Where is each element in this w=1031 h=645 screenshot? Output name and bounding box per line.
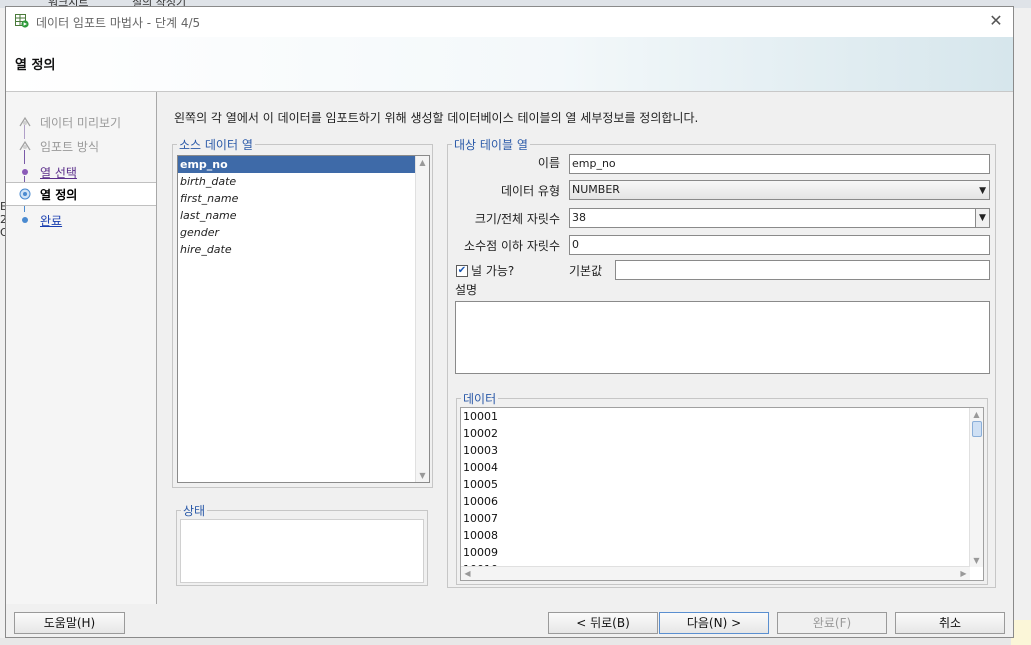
data-group: 데이터 10001 10002 10003 10004 10005 10006 … xyxy=(456,390,988,585)
source-column-list[interactable]: emp_no birth_date first_name last_name g… xyxy=(177,155,430,483)
status-area xyxy=(180,519,424,583)
step-label: 열 정의 xyxy=(40,188,78,202)
group-label: 대상 테이블 열 xyxy=(452,136,530,153)
background-bottom-strip xyxy=(0,638,1031,645)
finish-button: 완료(F) xyxy=(777,612,887,634)
import-wizard-dialog: 데이터 임포트 마법사 - 단계 4/5 ✕ 열 정의 데이터 미리보기 임포트… xyxy=(5,6,1014,638)
background-yellow-panel xyxy=(1011,620,1031,645)
step-bullet-icon xyxy=(22,169,28,175)
table-row: 10004 xyxy=(463,461,498,474)
table-row: 10002 xyxy=(463,427,498,440)
status-group: 상태 xyxy=(176,502,428,586)
step-label[interactable]: 완료 xyxy=(40,212,62,229)
help-button[interactable]: 도움말(H) xyxy=(14,612,125,634)
table-row: 10006 xyxy=(463,495,498,508)
scale-input[interactable]: 0 xyxy=(569,235,990,255)
scroll-down-icon[interactable]: ▼ xyxy=(416,469,429,482)
step-current-icon xyxy=(19,188,31,200)
table-row: 10008 xyxy=(463,529,498,542)
list-item[interactable]: first_name xyxy=(178,190,429,207)
scroll-down-icon[interactable]: ▼ xyxy=(970,554,983,567)
step-bullet-icon xyxy=(22,217,28,223)
scale-label: 소수점 이하 자릿수 xyxy=(464,239,560,253)
step-done-icon xyxy=(19,140,31,151)
instruction-text: 왼쪽의 각 열에서 이 데이터를 임포트하기 위해 생성할 데이터베이스 테이블… xyxy=(174,111,699,125)
title-bar: 데이터 임포트 마법사 - 단계 4/5 ✕ xyxy=(6,7,1013,37)
list-item[interactable]: last_name xyxy=(178,207,429,224)
wizard-header: 열 정의 xyxy=(6,37,1013,92)
window-title: 데이터 임포트 마법사 - 단계 4/5 xyxy=(36,16,201,30)
close-icon: ✕ xyxy=(989,11,1003,30)
name-label: 이름 xyxy=(537,156,560,170)
cancel-button[interactable]: 취소 xyxy=(895,612,1005,634)
data-type-label: 데이터 유형 xyxy=(500,184,560,198)
data-preview-list[interactable]: 10001 10002 10003 10004 10005 10006 1000… xyxy=(460,407,984,581)
group-label: 소스 데이터 열 xyxy=(177,136,255,153)
comment-label: 설명 xyxy=(455,283,478,297)
default-input[interactable] xyxy=(615,260,990,280)
vertical-scrollbar[interactable]: ▲ ▼ xyxy=(415,156,429,482)
table-row: 10003 xyxy=(463,444,498,457)
group-label: 데이터 xyxy=(461,390,499,407)
size-label: 크기/전체 자릿수 xyxy=(474,212,560,226)
scroll-up-icon[interactable]: ▲ xyxy=(970,408,983,421)
scroll-thumb[interactable] xyxy=(972,421,982,437)
step-column-definition[interactable]: 열 정의 xyxy=(6,182,156,206)
close-button[interactable]: ✕ xyxy=(987,12,1005,30)
vertical-scrollbar[interactable]: ▲ ▼ xyxy=(969,408,983,567)
step-label[interactable]: 열 선택 xyxy=(40,164,77,181)
step-data-preview: 데이터 미리보기 xyxy=(6,111,156,133)
step-label: 임포트 방식 xyxy=(40,140,100,154)
back-button[interactable]: < 뒤로(B) xyxy=(548,612,658,634)
data-import-icon xyxy=(15,14,29,28)
default-label: 기본값 xyxy=(569,264,603,278)
list-item[interactable]: hire_date xyxy=(178,241,429,258)
data-type-select[interactable]: NUMBER ▼ xyxy=(569,180,990,200)
scroll-right-icon[interactable]: ▶ xyxy=(957,567,970,580)
step-finish[interactable]: 완료 xyxy=(6,209,156,231)
group-label: 상태 xyxy=(181,502,208,519)
data-rows: 10001 10002 10003 10004 10005 10006 1000… xyxy=(461,408,970,567)
list-item[interactable]: gender xyxy=(178,224,429,241)
target-column-group: 대상 테이블 열 이름 emp_no 데이터 유형 NUMBER ▼ 크기/전체… xyxy=(447,136,996,588)
chevron-down-icon[interactable]: ▼ xyxy=(975,209,989,227)
scroll-left-icon[interactable]: ◀ xyxy=(461,567,474,580)
next-button[interactable]: 다음(N) > xyxy=(659,612,769,634)
step-done-icon xyxy=(19,116,31,127)
list-item[interactable]: birth_date xyxy=(178,173,429,190)
table-row: 10007 xyxy=(463,512,498,525)
name-input[interactable]: emp_no xyxy=(569,154,990,174)
table-row: 10001 xyxy=(463,410,498,423)
step-label: 데이터 미리보기 xyxy=(40,116,122,130)
nullable-label: 널 가능? xyxy=(471,264,515,278)
wizard-steps-panel: 데이터 미리보기 임포트 방식 열 선택 열 정의 완료 xyxy=(6,92,157,604)
comment-textarea[interactable] xyxy=(455,301,990,374)
source-columns-group: 소스 데이터 열 emp_no birth_date first_name la… xyxy=(172,136,433,488)
page-title: 열 정의 xyxy=(15,58,56,73)
step-import-method: 임포트 방식 xyxy=(6,135,156,157)
list-item[interactable]: emp_no xyxy=(178,156,416,173)
scroll-up-icon[interactable]: ▲ xyxy=(416,156,429,169)
checkmark-icon: ✔ xyxy=(457,265,467,276)
nullable-checkbox[interactable]: ✔ xyxy=(456,265,468,277)
data-type-value: NUMBER xyxy=(572,183,620,196)
table-row: 10009 xyxy=(463,546,498,559)
size-input[interactable]: 38 ▼ xyxy=(569,208,990,228)
step-choose-columns[interactable]: 열 선택 xyxy=(6,161,156,183)
size-value: 38 xyxy=(572,211,586,224)
horizontal-scrollbar[interactable]: ◀ ▶ xyxy=(461,566,970,580)
table-row: 10005 xyxy=(463,478,498,491)
chevron-down-icon: ▼ xyxy=(979,186,986,196)
